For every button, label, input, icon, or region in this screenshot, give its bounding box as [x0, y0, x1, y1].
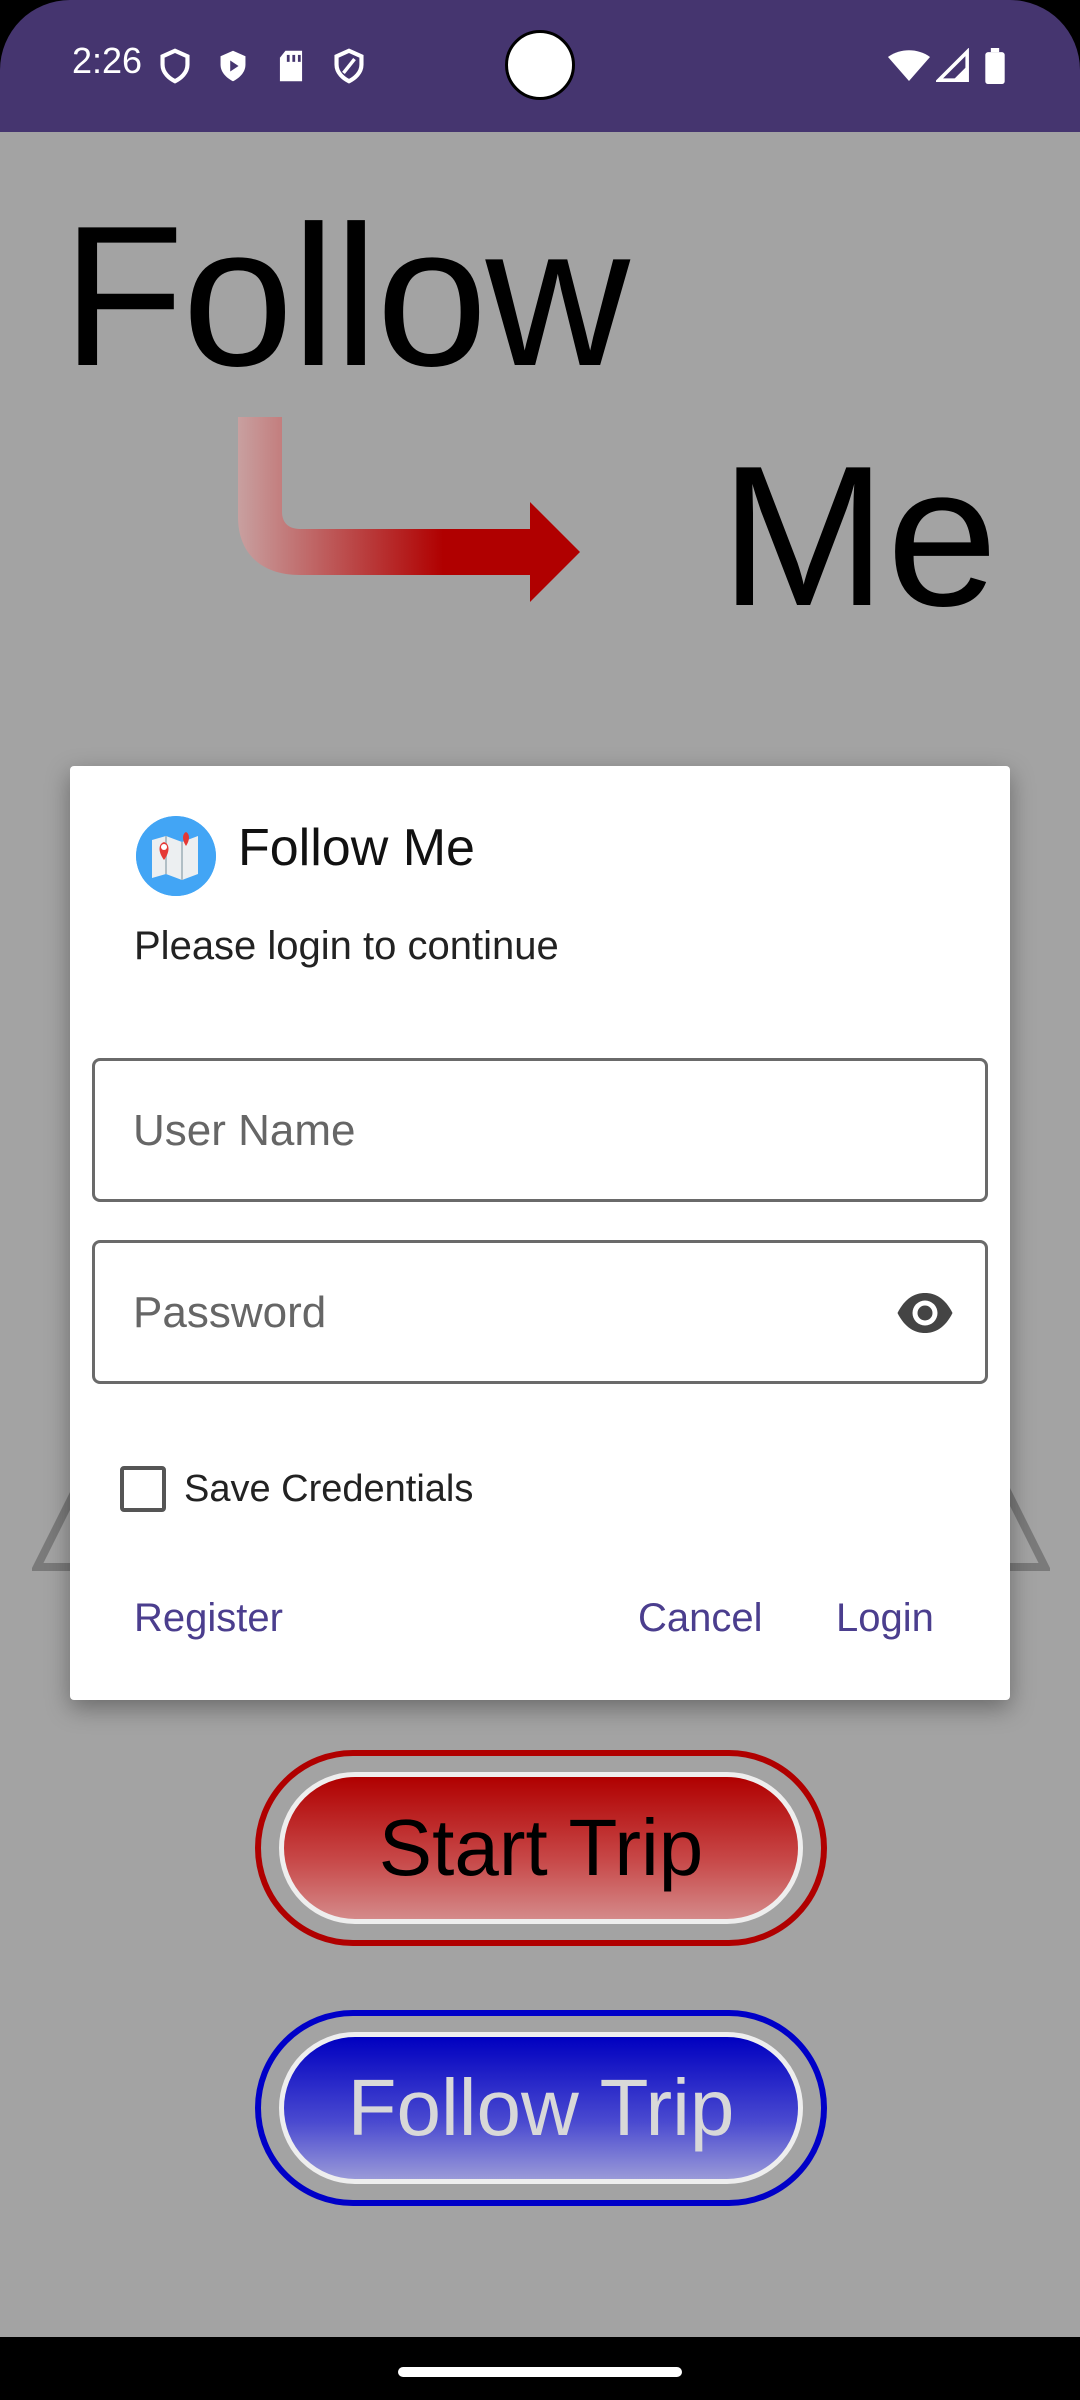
- shield-outline-icon: [334, 48, 364, 84]
- home-gesture-handle[interactable]: [398, 2367, 682, 2377]
- register-button[interactable]: Register: [134, 1596, 283, 1641]
- app-map-icon: [136, 816, 216, 896]
- status-time: 2:26: [72, 40, 143, 81]
- login-dialog: Follow Me Please login to continue Save …: [70, 766, 1010, 1700]
- save-credentials-checkbox[interactable]: [120, 1466, 166, 1512]
- username-input[interactable]: [131, 1061, 895, 1201]
- dialog-title: Follow Me: [238, 819, 475, 877]
- status-bar: 2:26: [0, 0, 1080, 132]
- play-protect-icon: [220, 50, 246, 82]
- start-trip-label: Start Trip: [378, 1803, 704, 1892]
- password-input[interactable]: [131, 1243, 895, 1383]
- save-credentials-label: Save Credentials: [184, 1467, 474, 1510]
- cell-signal-icon: [936, 48, 969, 82]
- dialog-message: Please login to continue: [134, 924, 559, 968]
- shield-icon: [160, 48, 190, 84]
- follow-trip-button[interactable]: Follow Trip: [255, 2010, 827, 2206]
- start-trip-button[interactable]: Start Trip: [255, 1750, 827, 1946]
- sd-card-icon: [279, 50, 303, 82]
- username-field[interactable]: [92, 1058, 988, 1202]
- logo-follow-text: Follow: [62, 185, 630, 408]
- front-camera: [505, 30, 575, 100]
- login-button[interactable]: Login: [836, 1596, 934, 1641]
- cancel-button[interactable]: Cancel: [638, 1596, 763, 1641]
- eye-icon[interactable]: [895, 1289, 955, 1337]
- save-credentials-row[interactable]: Save Credentials: [120, 1466, 473, 1512]
- follow-trip-label: Follow Trip: [347, 2063, 735, 2152]
- password-field[interactable]: [92, 1240, 988, 1384]
- battery-icon: [985, 48, 1005, 84]
- phone-screen: 2:26 Follow Me Start Trip Follow Trip Fo…: [0, 0, 1080, 2400]
- navigation-bar: [0, 2337, 1080, 2400]
- curved-arrow-icon: [238, 417, 580, 602]
- logo-me-text: Me: [720, 425, 998, 648]
- wifi-icon: [888, 50, 930, 81]
